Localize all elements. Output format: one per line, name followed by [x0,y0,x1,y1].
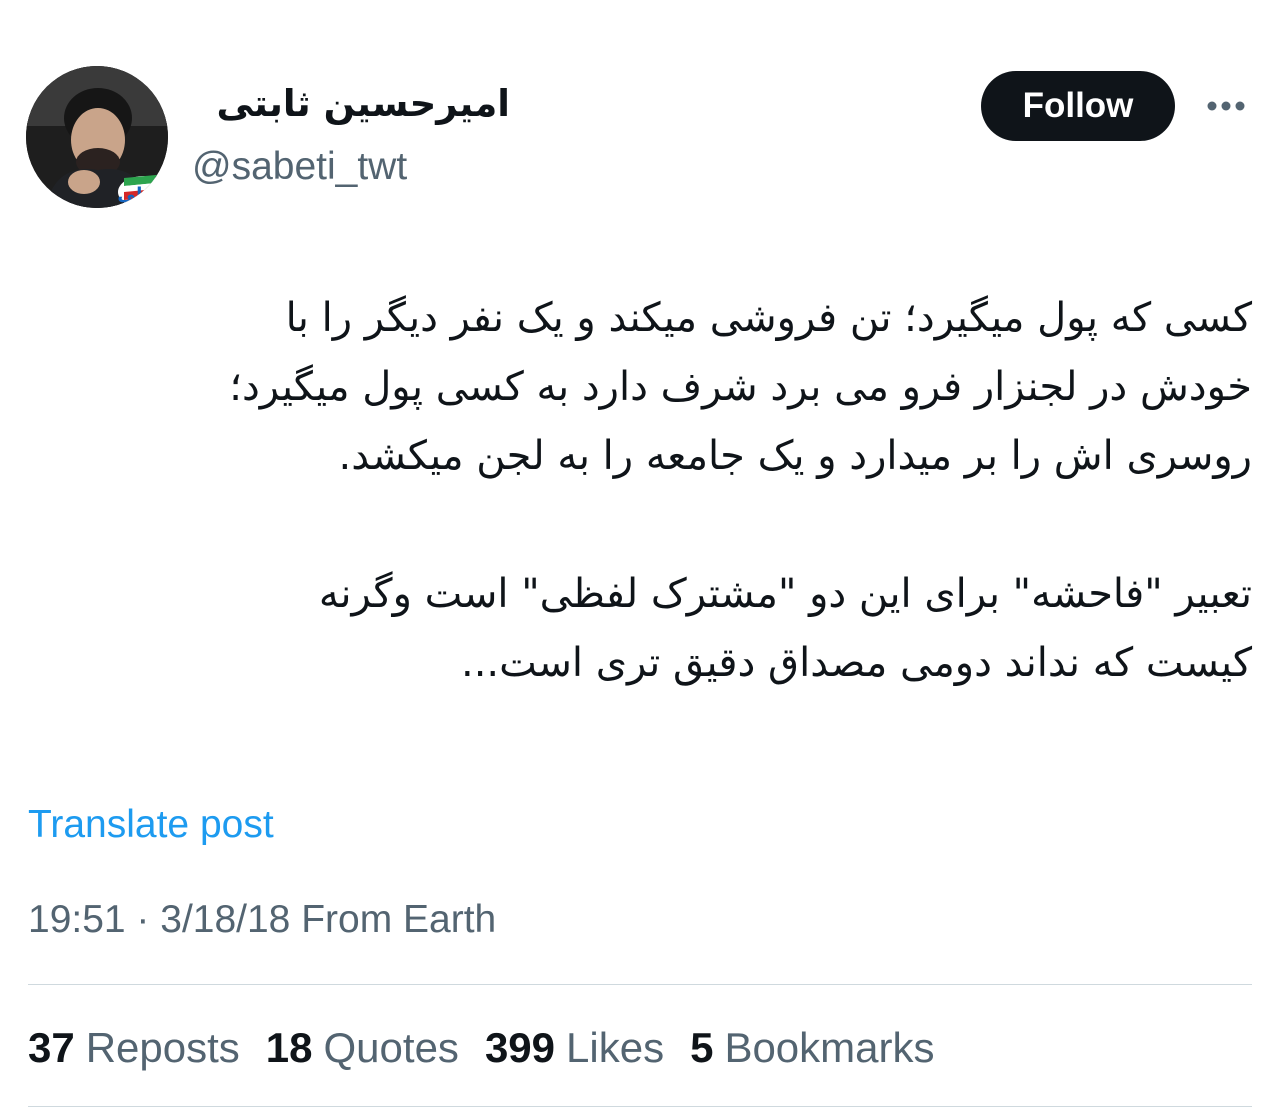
stat-reposts[interactable]: 37 Reposts [28,1020,240,1076]
likes-count: 399 [484,1024,556,1071]
tweet-body: کسی که پول میگیرد؛ تن فروشی میکند و یک ن… [20,284,1252,698]
bookmarks-label: Bookmarks [724,1024,935,1071]
follow-button[interactable]: Follow [981,71,1175,141]
avatar[interactable]: جلیلی [26,66,168,208]
divider-bottom [28,1106,1252,1107]
avatar-badge-text: جلیلی [117,184,168,205]
more-horizontal-icon [1207,101,1245,111]
translate-post-link[interactable]: Translate post [28,800,274,850]
display-name[interactable]: امیرحسین ثابتی [190,76,510,132]
bookmarks-count: 5 [690,1024,714,1071]
quotes-count: 18 [265,1024,313,1071]
stat-bookmarks[interactable]: 5 Bookmarks [690,1020,934,1076]
more-options-button[interactable] [1198,86,1254,126]
reposts-label: Reposts [85,1024,240,1071]
reposts-count: 37 [28,1024,75,1071]
tweet-timestamp[interactable]: 19:51 · 3/18/18 From Earth [28,895,496,945]
stat-quotes[interactable]: 18 Quotes [266,1020,459,1076]
likes-label: Likes [566,1024,665,1071]
engagement-stats: 37 Reposts 18 Quotes 399 Likes 5 Bookmar… [28,1020,961,1076]
quotes-label: Quotes [323,1024,459,1071]
stat-likes[interactable]: 399 Likes [485,1020,664,1076]
tweet-paragraph-1: کسی که پول میگیرد؛ تن فروشی میکند و یک ن… [229,295,1252,479]
avatar-photo: جلیلی [26,66,168,208]
user-handle[interactable]: @sabeti_twt [192,142,407,192]
divider-top [28,984,1252,985]
tweet-paragraph-2: تعبیر "فاحشه" برای این دو "مشترک لفظی" ا… [318,571,1252,686]
